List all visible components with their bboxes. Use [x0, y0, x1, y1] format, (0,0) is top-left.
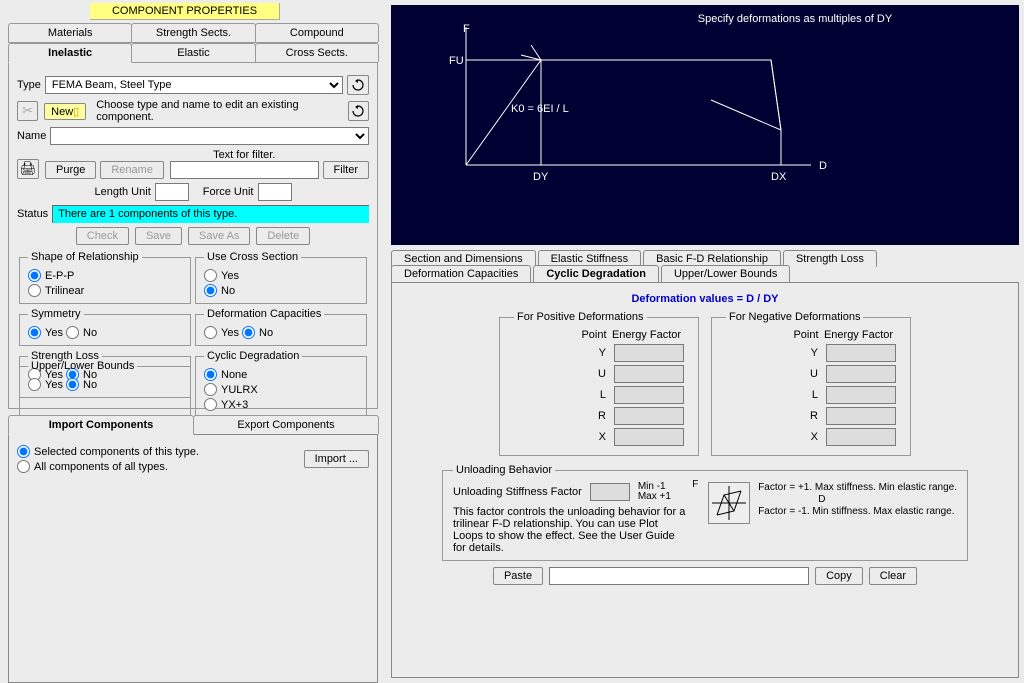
unloading-legend: Unloading Behavior — [453, 464, 555, 476]
pos-l-input[interactable] — [614, 386, 684, 404]
ulb-yes-radio[interactable] — [28, 378, 41, 391]
save-button: Save — [135, 227, 182, 245]
import-button[interactable]: Import ... — [304, 450, 369, 468]
neg-y-input[interactable] — [826, 344, 896, 362]
length-unit-label: Length Unit — [94, 186, 150, 198]
pos-r-input[interactable] — [614, 407, 684, 425]
defcap-no-radio[interactable] — [242, 326, 255, 339]
neg-r-input[interactable] — [826, 407, 896, 425]
force-unit-label: Force Unit — [203, 186, 254, 198]
tab-materials[interactable]: Materials — [8, 23, 132, 42]
defcap-yes-radio[interactable] — [204, 326, 217, 339]
usecs-legend: Use Cross Section — [204, 251, 301, 263]
refresh-icon — [352, 105, 364, 117]
scissors-button[interactable]: ✂ — [17, 101, 38, 121]
saveas-button: Save As — [188, 227, 250, 245]
tab-deformation-capacities[interactable]: Deformation Capacities — [391, 265, 531, 283]
symmetry-legend: Symmetry — [28, 308, 84, 320]
shape-legend: Shape of Relationship — [28, 251, 142, 263]
factor-plus-text: Factor = +1. Max stiffness. Min elastic … — [758, 482, 957, 494]
length-unit-input[interactable] — [155, 183, 189, 201]
pos-u-input[interactable] — [614, 365, 684, 383]
chart-fu-label: FU — [449, 55, 464, 67]
status-label: Status — [17, 208, 48, 220]
tab-inelastic[interactable]: Inelastic — [8, 43, 132, 63]
pos-x-input[interactable] — [614, 428, 684, 446]
shape-epp-radio[interactable] — [28, 269, 41, 282]
copy-button[interactable]: Copy — [815, 567, 863, 585]
positive-def-legend: For Positive Deformations — [514, 311, 647, 323]
check-button: Check — [76, 227, 129, 245]
tab-import-components[interactable]: Import Components — [8, 415, 194, 435]
tab-elastic[interactable]: Elastic — [131, 43, 255, 62]
print-button[interactable]: 🖨 — [17, 159, 39, 179]
fd-chart: Specify deformations as multiples of DY … — [391, 5, 1019, 245]
purge-button[interactable]: Purge — [45, 161, 96, 179]
cyc-yx3-radio[interactable] — [204, 398, 217, 411]
tab-strength-sects[interactable]: Strength Sects. — [131, 23, 255, 42]
deformation-values-title: Deformation values = D / DY — [402, 293, 1008, 305]
cyc-yulrx-radio[interactable] — [204, 383, 217, 396]
ulb-no-radio[interactable] — [66, 378, 79, 391]
paste-button[interactable]: Paste — [493, 567, 543, 585]
chart-title: Specify deformations as multiples of DY — [571, 13, 1019, 25]
clear-button[interactable]: Clear — [869, 567, 917, 585]
defcap-legend: Deformation Capacities — [204, 308, 324, 320]
import-all-radio[interactable] — [17, 460, 30, 473]
upper-tabs-row1: Materials Strength Sects. Compound — [8, 23, 378, 43]
cyc-none-radio[interactable] — [204, 368, 217, 381]
sym-no-radio[interactable] — [66, 326, 79, 339]
refresh-icon — [352, 79, 364, 91]
chart-d-label: D — [819, 160, 827, 172]
unload-factor-input[interactable] — [590, 483, 630, 501]
type-label: Type — [17, 79, 41, 91]
tab-export-components[interactable]: Export Components — [193, 415, 379, 434]
usecs-yes-radio[interactable] — [204, 269, 217, 282]
rename-button: Rename — [100, 161, 164, 179]
neg-l-input[interactable] — [826, 386, 896, 404]
panel-title: COMPONENT PROPERTIES — [90, 3, 280, 20]
neg-u-input[interactable] — [826, 365, 896, 383]
name-label: Name — [17, 130, 46, 142]
chart-dx-label: DX — [771, 171, 786, 183]
paste-input[interactable] — [549, 567, 809, 585]
tab-compound[interactable]: Compound — [255, 23, 379, 42]
tab-upperlower-bounds[interactable]: Upper/Lower Bounds — [661, 265, 790, 283]
shape-trilinear-radio[interactable] — [28, 284, 41, 297]
neg-x-input[interactable] — [826, 428, 896, 446]
chart-dy-label: DY — [533, 171, 548, 183]
force-unit-input[interactable] — [258, 183, 292, 201]
filter-button[interactable]: Filter — [323, 161, 369, 179]
status-text: There are 1 components of this type. — [52, 205, 369, 223]
tab-cross-sects[interactable]: Cross Sects. — [255, 43, 379, 62]
hysteresis-icon — [708, 482, 750, 524]
unload-desc: This factor controls the unloading behav… — [453, 506, 690, 554]
usecs-no-radio[interactable] — [204, 284, 217, 297]
filter-input[interactable] — [170, 161, 319, 179]
import-selected-radio[interactable] — [17, 445, 30, 458]
pos-y-input[interactable] — [614, 344, 684, 362]
choose-text: Choose type and name to edit an existing… — [96, 99, 348, 123]
negative-def-legend: For Negative Deformations — [726, 311, 863, 323]
sym-yes-radio[interactable] — [28, 326, 41, 339]
type-select[interactable]: FEMA Beam, Steel Type — [45, 76, 343, 94]
factor-minus-text: Factor = -1. Min stiffness. Max elastic … — [758, 506, 957, 518]
col-point: Point — [579, 329, 609, 341]
type-refresh-button[interactable] — [347, 75, 369, 95]
refresh-button-2[interactable] — [348, 101, 369, 121]
name-select[interactable] — [50, 127, 369, 145]
chart-k0-label: K0 = 6EI / L — [511, 103, 569, 115]
filter-label: Text for filter. — [170, 149, 319, 161]
new-button[interactable]: New▯ — [44, 103, 86, 120]
upper-tabs-row2: Inelastic Elastic Cross Sects. — [8, 43, 378, 63]
chart-f-label: F — [463, 23, 470, 35]
unload-factor-label: Unloading Stiffness Factor — [453, 486, 582, 498]
cycdeg-legend: Cyclic Degradation — [204, 350, 302, 362]
col-ef: Energy Factor — [609, 329, 684, 341]
tab-cyclic-degradation[interactable]: Cyclic Degradation — [533, 265, 659, 283]
delete-button: Delete — [256, 227, 310, 245]
ulb-legend: Upper/Lower Bounds — [28, 360, 137, 372]
